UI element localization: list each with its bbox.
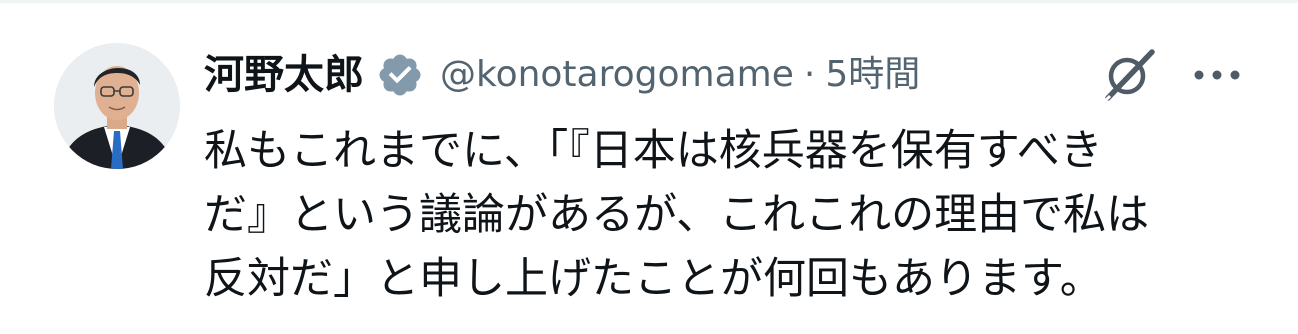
verified-badge-icon[interactable] bbox=[376, 49, 428, 101]
grok-button[interactable] bbox=[1098, 46, 1160, 104]
author-display-name[interactable]: 河野太郎 bbox=[204, 44, 364, 106]
author-handle[interactable]: @konotarogomame bbox=[440, 44, 794, 106]
grok-icon bbox=[1102, 49, 1155, 104]
more-horizontal-icon bbox=[1194, 70, 1240, 80]
tweet-text-line: 反対だ」と申し上げたことが何回もあります。 bbox=[204, 254, 1103, 304]
tweet-text: 私もこれまでに、「『日本は核兵器を保有すべき だ』という議論があるが、これこれの… bbox=[204, 119, 1264, 311]
header-separator: · bbox=[803, 54, 816, 95]
avatar-photo bbox=[54, 43, 180, 169]
tweet[interactable]: 河野太郎 @konotarogomame · 5時間 私もこれまでに、「『日本は… bbox=[0, 0, 1298, 334]
tweet-text-line: 私もこれまでに、「『日本は核兵器を保有すべき bbox=[204, 126, 1103, 176]
tweet-header: 河野太郎 @konotarogomame · 5時間 bbox=[204, 44, 920, 106]
tweet-timestamp[interactable]: 5時間 bbox=[825, 44, 920, 106]
more-options-button[interactable] bbox=[1190, 50, 1244, 100]
avatar[interactable] bbox=[54, 43, 180, 169]
tweet-text-line: だ』という議論があるが、これこれの理由で私は bbox=[204, 190, 1150, 240]
